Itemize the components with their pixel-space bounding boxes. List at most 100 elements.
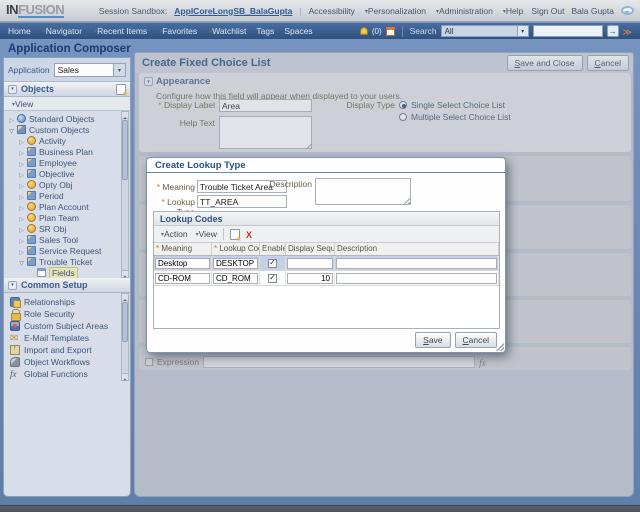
- nav-item-favorites[interactable]: Favorites: [157, 26, 197, 36]
- column-header-display-sequence[interactable]: Display Sequence: [286, 243, 335, 255]
- tree-item-fields[interactable]: Fields: [4, 267, 130, 278]
- new-row-icon[interactable]: [230, 229, 240, 240]
- column-header-lookup-code[interactable]: Lookup Code: [212, 243, 260, 255]
- scroll-down-icon[interactable]: [122, 270, 128, 277]
- action-menu-button[interactable]: Action: [159, 229, 188, 239]
- nav-item-tags[interactable]: Tags: [256, 26, 274, 36]
- header-link-administration[interactable]: Administration: [434, 6, 493, 16]
- row-description-input[interactable]: [336, 258, 497, 269]
- tree-item-plan-team[interactable]: Plan Team: [4, 212, 130, 223]
- tree-scrollbar[interactable]: [121, 111, 129, 278]
- search-go-button[interactable]: [607, 25, 619, 37]
- expand-toggle-icon[interactable]: [7, 114, 16, 124]
- chevron-down-icon[interactable]: [517, 26, 528, 36]
- nav-item-spaces[interactable]: Spaces: [284, 26, 312, 36]
- expand-toggle-icon[interactable]: [17, 136, 26, 146]
- expand-toggle-icon[interactable]: [17, 180, 26, 190]
- view-menu-button[interactable]: View: [10, 99, 33, 109]
- scrollbar-thumb[interactable]: [122, 302, 128, 342]
- scroll-down-icon[interactable]: [122, 373, 128, 380]
- expand-toggle-icon[interactable]: [17, 246, 26, 256]
- header-link-personalization[interactable]: Personalization: [363, 6, 426, 16]
- dialog-save-button[interactable]: Save: [415, 332, 450, 348]
- expand-toggle-icon[interactable]: [17, 158, 26, 168]
- expand-toggle-icon[interactable]: [17, 213, 26, 223]
- search-scope-select[interactable]: All: [441, 25, 529, 37]
- description-textarea[interactable]: [315, 178, 411, 205]
- lookup-type-input[interactable]: [197, 195, 287, 208]
- table-row[interactable]: [154, 271, 499, 286]
- session-sandbox-label: Session Sandbox:: [99, 6, 168, 16]
- common-setup-item-relationships[interactable]: Relationships: [4, 296, 130, 308]
- common-setup-item-e-mail-templates[interactable]: E-Mail Templates: [4, 332, 130, 344]
- chat-bubble-icon[interactable]: [621, 6, 634, 15]
- advanced-search-icon[interactable]: [623, 22, 632, 40]
- row-meaning-input[interactable]: [155, 273, 210, 284]
- dialog-resize-handle[interactable]: [496, 343, 504, 351]
- expand-toggle-icon[interactable]: [17, 147, 26, 157]
- chevron-down-icon[interactable]: [113, 64, 125, 76]
- header-link-sign-out[interactable]: Sign Out: [531, 6, 564, 16]
- header-link-accessibility[interactable]: Accessibility: [309, 6, 355, 16]
- tree-item-service-request[interactable]: Service Request: [4, 245, 130, 256]
- search-input[interactable]: [533, 25, 603, 37]
- common-setup-item-label: Role Security: [24, 309, 75, 319]
- nav-item-navigator[interactable]: Navigator: [41, 26, 82, 36]
- expand-toggle-icon[interactable]: [17, 169, 26, 179]
- enabled-checkbox[interactable]: [268, 274, 277, 283]
- expand-toggle-icon[interactable]: [17, 224, 26, 234]
- common-setup-item-object-workflows[interactable]: Object Workflows: [4, 356, 130, 368]
- tree-item-period[interactable]: Period: [4, 190, 130, 201]
- view-menu-button[interactable]: View: [194, 229, 217, 239]
- common-setup-item-global-functions[interactable]: Global Functions: [4, 368, 130, 380]
- collapse-toggle-icon[interactable]: [7, 125, 16, 135]
- nav-item-home[interactable]: Home: [8, 26, 31, 36]
- expand-toggle-icon[interactable]: [17, 235, 26, 245]
- delete-row-icon[interactable]: [246, 225, 252, 243]
- expand-toggle-icon[interactable]: [17, 202, 26, 212]
- tree-item-objective[interactable]: Objective: [4, 168, 130, 179]
- collapse-section-icon[interactable]: [8, 281, 17, 290]
- row-display-sequence-input[interactable]: [287, 273, 333, 284]
- enabled-checkbox[interactable]: [268, 259, 277, 268]
- tree-item-business-plan[interactable]: Business Plan: [4, 146, 130, 157]
- expand-toggle-icon[interactable]: [17, 191, 26, 201]
- tree-item-custom-objects[interactable]: Custom Objects: [4, 124, 130, 135]
- scroll-up-icon[interactable]: [122, 112, 128, 119]
- calendar-icon[interactable]: [386, 27, 395, 36]
- resize-handle-icon[interactable]: [403, 197, 410, 204]
- column-header-meaning[interactable]: Meaning: [154, 243, 212, 255]
- nav-item-watchlist[interactable]: Watchlist: [207, 26, 246, 36]
- common-setup-item-import-and-export[interactable]: Import and Export: [4, 344, 130, 356]
- tree-item-trouble-ticket[interactable]: Trouble Ticket: [4, 256, 130, 267]
- notifications-bell-icon[interactable]: [360, 27, 368, 35]
- tree-item-activity[interactable]: Activity: [4, 135, 130, 146]
- row-lookup-code-input[interactable]: [213, 258, 258, 269]
- table-row[interactable]: [154, 256, 499, 271]
- scrollbar-thumb[interactable]: [122, 120, 128, 180]
- nav-item-recent-items[interactable]: Recent Items: [92, 26, 147, 36]
- scroll-up-icon[interactable]: [122, 294, 128, 301]
- tree-item-sales-tool[interactable]: Sales Tool: [4, 234, 130, 245]
- column-header-description[interactable]: Description: [335, 243, 499, 255]
- row-display-sequence-input[interactable]: [287, 258, 333, 269]
- new-object-icon[interactable]: [116, 84, 126, 95]
- collapse-section-icon[interactable]: [8, 85, 17, 94]
- tree-item-standard-objects[interactable]: Standard Objects: [4, 113, 130, 124]
- row-description-input[interactable]: [336, 273, 497, 284]
- tree-item-plan-account[interactable]: Plan Account: [4, 201, 130, 212]
- collapse-toggle-icon[interactable]: [17, 257, 26, 267]
- common-setup-item-role-security[interactable]: Role Security: [4, 308, 130, 320]
- row-meaning-input[interactable]: [155, 258, 210, 269]
- common-setup-scrollbar[interactable]: [121, 293, 129, 381]
- header-link-help[interactable]: Help: [501, 6, 524, 16]
- application-select[interactable]: Sales: [54, 63, 126, 77]
- session-sandbox-link[interactable]: ApplCoreLongSB_BalaGupta: [174, 6, 292, 16]
- tree-item-employee[interactable]: Employee: [4, 157, 130, 168]
- column-header-enabled[interactable]: Enabled: [260, 243, 286, 255]
- tree-item-sr-obj[interactable]: SR Obj: [4, 223, 130, 234]
- row-lookup-code-input[interactable]: [213, 273, 258, 284]
- dialog-cancel-button[interactable]: Cancel: [455, 332, 497, 348]
- common-setup-item-custom-subject-areas[interactable]: Custom Subject Areas: [4, 320, 130, 332]
- tree-item-opty-obj[interactable]: Opty Obj: [4, 179, 130, 190]
